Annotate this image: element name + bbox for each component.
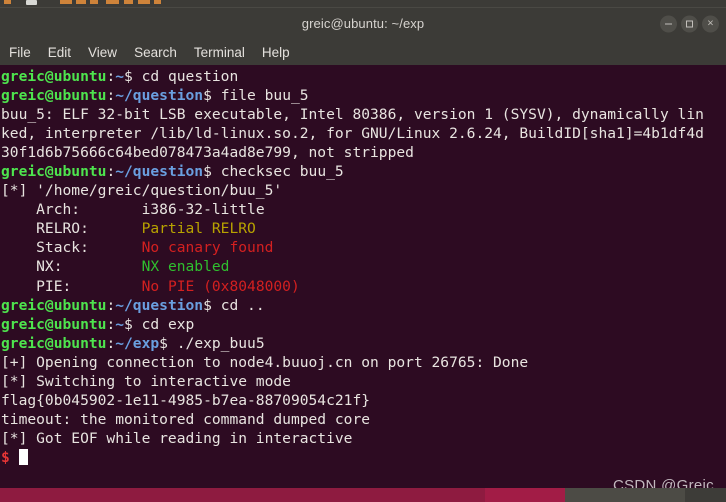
terminal-command: file buu_5 bbox=[220, 87, 309, 105]
checksec-value: i386-32-little bbox=[141, 201, 265, 219]
terminal-prompt-line: greic@ubuntu:~/question$ cd .. bbox=[1, 296, 726, 315]
terminal-output-line: buu_5: ELF 32-bit LSB executable, Intel … bbox=[1, 106, 704, 124]
terminal-output-line: [*] Switching to interactive mode bbox=[1, 372, 291, 390]
menubar: File Edit View Search Terminal Help bbox=[0, 39, 726, 65]
terminal-prompt-line: greic@ubuntu:~$ cd exp bbox=[1, 315, 726, 334]
window-title: greic@ubuntu: ~/exp bbox=[301, 16, 425, 31]
checksec-label: RELRO: bbox=[1, 220, 142, 238]
prompt-path: ~/question bbox=[115, 163, 204, 181]
prompt-colon: : bbox=[106, 315, 116, 333]
prompt-sigil: $ bbox=[203, 296, 221, 314]
menu-item-file[interactable]: File bbox=[9, 45, 31, 60]
terminal-output-line: [*] Got EOF while reading in interactive bbox=[1, 429, 353, 447]
menu-item-view[interactable]: View bbox=[88, 45, 117, 60]
prompt-user-host: greic@ubuntu bbox=[1, 163, 107, 181]
strip-segment-crimson bbox=[0, 488, 485, 502]
terminal-output-line: timeout: the monitored command dumped co… bbox=[1, 410, 371, 428]
background-window-title-fragment bbox=[138, 0, 150, 4]
background-window-title-fragment bbox=[90, 0, 98, 4]
terminal-output-line: 30f1d6b75666c64bed078473a4ad8e799, not s… bbox=[1, 144, 414, 162]
prompt-colon: : bbox=[106, 296, 116, 314]
checksec-row: PIE: No PIE (0x8048000) bbox=[1, 277, 726, 296]
checksec-value: No PIE (0x8048000) bbox=[141, 277, 300, 295]
checksec-value: Partial RELRO bbox=[141, 220, 256, 238]
prompt-sigil: $ bbox=[203, 163, 221, 181]
checksec-row: NX: NX enabled bbox=[1, 257, 726, 276]
terminal-prompt-line: greic@ubuntu:~$ cd question bbox=[1, 67, 726, 86]
terminal-prompt-line: greic@ubuntu:~/exp$ ./exp_buu5 bbox=[1, 334, 726, 353]
background-window-icon bbox=[26, 0, 37, 5]
prompt-colon: : bbox=[106, 334, 116, 352]
prompt-user-host: greic@ubuntu bbox=[1, 68, 107, 85]
maximize-icon bbox=[686, 20, 693, 27]
prompt-colon: : bbox=[106, 163, 116, 181]
prompt-path: ~/question bbox=[115, 87, 204, 105]
checksec-row: Arch: i386-32-little bbox=[1, 200, 726, 219]
terminal-output-area[interactable]: greic@ubuntu:~$ cd question greic@ubuntu:… bbox=[0, 65, 726, 491]
prompt-sigil: $ bbox=[203, 87, 221, 105]
checksec-value: No canary found bbox=[141, 239, 274, 257]
close-button[interactable]: × bbox=[702, 15, 719, 32]
prompt-user-host: greic@ubuntu bbox=[1, 334, 107, 352]
close-icon: × bbox=[707, 17, 714, 29]
menu-item-search[interactable]: Search bbox=[134, 45, 177, 60]
titlebar[interactable]: greic@ubuntu: ~/exp × bbox=[0, 7, 726, 39]
strip-segment-crimson-bright bbox=[485, 488, 565, 502]
strip-segment-gray bbox=[565, 488, 685, 502]
terminal-command: cd exp bbox=[141, 315, 195, 333]
checksec-label: NX: bbox=[1, 258, 142, 276]
checksec-label: Stack: bbox=[1, 239, 142, 257]
menu-item-edit[interactable]: Edit bbox=[48, 45, 71, 60]
menu-item-help[interactable]: Help bbox=[262, 45, 290, 60]
terminal-final-prompt-line[interactable]: $ bbox=[1, 448, 726, 467]
prompt-colon: : bbox=[106, 68, 116, 85]
checksec-value: NX enabled bbox=[141, 258, 230, 276]
strip-segment-gray-dark bbox=[685, 488, 726, 502]
prompt-sigil: $ bbox=[124, 315, 142, 333]
background-window-sliver[interactable] bbox=[0, 0, 726, 7]
desktop-bottom-strip bbox=[0, 488, 726, 502]
menu-item-terminal[interactable]: Terminal bbox=[194, 45, 245, 60]
terminal-command: cd question bbox=[141, 68, 239, 85]
terminal-command: checksec buu_5 bbox=[220, 163, 344, 181]
minimize-icon bbox=[665, 23, 672, 24]
prompt-colon: : bbox=[106, 87, 116, 105]
screen: greic@ubuntu: ~/exp × File Edit View Sea… bbox=[0, 0, 726, 502]
final-prompt-sigil: $ bbox=[1, 448, 19, 466]
terminal-command: ./exp_buu5 bbox=[176, 334, 265, 352]
terminal-prompt-line: greic@ubuntu:~/question$ file buu_5 bbox=[1, 86, 726, 105]
prompt-user-host: greic@ubuntu bbox=[1, 315, 107, 333]
background-window-title-fragment bbox=[60, 0, 72, 4]
prompt-sigil: $ bbox=[124, 68, 142, 85]
maximize-button[interactable] bbox=[681, 15, 698, 32]
prompt-path: ~ bbox=[115, 315, 125, 333]
terminal-output-line: ked, interpreter /lib/ld-linux.so.2, for… bbox=[1, 125, 704, 143]
terminal-output-line: [*] '/home/greic/question/buu_5' bbox=[1, 182, 283, 200]
minimize-button[interactable] bbox=[660, 15, 677, 32]
window-controls: × bbox=[660, 15, 719, 32]
checksec-label: Arch: bbox=[1, 201, 142, 219]
terminal-output-line: flag{0b045902-1e11-4985-b7ea-88709054c21… bbox=[1, 391, 371, 409]
background-window-title-fragment bbox=[76, 0, 86, 4]
prompt-path: ~ bbox=[115, 68, 125, 85]
checksec-label: PIE: bbox=[1, 277, 142, 295]
prompt-path: ~/question bbox=[115, 296, 204, 314]
text-cursor bbox=[18, 448, 28, 465]
terminal-window: greic@ubuntu: ~/exp × File Edit View Sea… bbox=[0, 7, 726, 491]
background-window-title-fragment bbox=[106, 0, 119, 4]
terminal-output-line: [+] Opening connection to node4.buuoj.cn… bbox=[1, 353, 529, 371]
prompt-path: ~/exp bbox=[115, 334, 160, 352]
checksec-row: RELRO: Partial RELRO bbox=[1, 219, 726, 238]
checksec-row: Stack: No canary found bbox=[1, 238, 726, 257]
prompt-user-host: greic@ubuntu bbox=[1, 296, 107, 314]
background-window-title-fragment bbox=[4, 0, 11, 4]
prompt-user-host: greic@ubuntu bbox=[1, 87, 107, 105]
terminal-command: cd .. bbox=[220, 296, 265, 314]
prompt-sigil: $ bbox=[159, 334, 177, 352]
terminal-prompt-line: greic@ubuntu:~/question$ checksec buu_5 bbox=[1, 162, 726, 181]
background-window-title-fragment bbox=[154, 0, 161, 4]
background-window-title-fragment bbox=[124, 0, 133, 4]
